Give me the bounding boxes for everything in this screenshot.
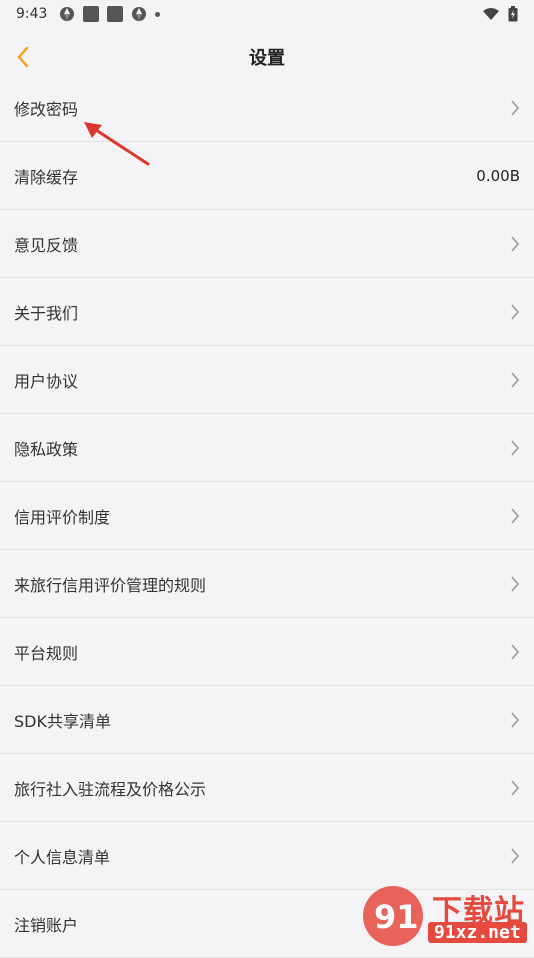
chevron-right-icon (511, 507, 520, 524)
settings-item-label: 清除缓存 (14, 167, 79, 187)
settings-item-label: 注销账户 (14, 915, 79, 935)
battery-icon (508, 6, 518, 22)
chevron-right-icon (511, 235, 520, 252)
chevron-left-icon (17, 46, 29, 68)
aperture-icon (132, 7, 147, 21)
settings-item-feedback[interactable]: 意见反馈 (0, 210, 534, 278)
settings-item-change-password[interactable]: 修改密码 (0, 74, 534, 142)
settings-item-label: 信用评价制度 (14, 507, 111, 527)
settings-list: 修改密码 清除缓存 0.00B 意见反馈 关于我们 用户协议 隐私政策 信用评价… (0, 74, 534, 958)
settings-item-privacy-policy[interactable]: 隐私政策 (0, 414, 534, 482)
aperture-icon (60, 7, 75, 21)
chevron-right-icon (511, 847, 520, 864)
settings-item-clear-cache[interactable]: 清除缓存 0.00B (0, 142, 534, 210)
square-icon (83, 6, 100, 22)
settings-item-about-us[interactable]: 关于我们 (0, 278, 534, 346)
chevron-right-icon (511, 643, 520, 660)
settings-item-label: 隐私政策 (14, 439, 79, 459)
chevron-right-icon (511, 711, 520, 728)
settings-item-label: 旅行社入驻流程及价格公示 (14, 779, 207, 799)
chevron-right-icon (511, 303, 520, 320)
status-bar: 9:43 (0, 0, 534, 28)
wifi-icon (483, 8, 499, 20)
status-right (482, 6, 518, 22)
settings-item-label: 意见反馈 (14, 235, 79, 255)
settings-item-agency-onboarding[interactable]: 旅行社入驻流程及价格公示 (0, 754, 534, 822)
settings-item-user-agreement[interactable]: 用户协议 (0, 346, 534, 414)
settings-item-label: SDK共享清单 (14, 711, 111, 731)
status-time: 9:43 (16, 6, 48, 22)
settings-item-delete-account[interactable]: 注销账户 (0, 890, 534, 958)
chevron-right-icon (511, 575, 520, 592)
chevron-right-icon (511, 779, 520, 796)
settings-item-credit-rules[interactable]: 来旅行信用评价管理的规则 (0, 550, 534, 618)
settings-item-label: 关于我们 (14, 303, 79, 323)
dot-icon (155, 11, 161, 17)
settings-item-label: 用户协议 (14, 371, 79, 391)
settings-item-credit-system[interactable]: 信用评价制度 (0, 482, 534, 550)
settings-item-label: 平台规则 (14, 643, 79, 663)
settings-item-label: 来旅行信用评价管理的规则 (14, 575, 207, 595)
settings-item-sdk-list[interactable]: SDK共享清单 (0, 686, 534, 754)
page-title: 设置 (249, 48, 285, 69)
settings-item-label: 修改密码 (14, 99, 79, 119)
cache-size-value: 0.00B (476, 166, 520, 185)
settings-item-label: 个人信息清单 (14, 847, 111, 867)
chevron-right-icon (511, 439, 520, 456)
chevron-right-icon (511, 371, 520, 388)
settings-item-personal-info-list[interactable]: 个人信息清单 (0, 822, 534, 890)
settings-item-platform-rules[interactable]: 平台规则 (0, 618, 534, 686)
square-icon (107, 6, 124, 22)
back-button[interactable] (6, 40, 40, 74)
chevron-right-icon (511, 99, 520, 116)
